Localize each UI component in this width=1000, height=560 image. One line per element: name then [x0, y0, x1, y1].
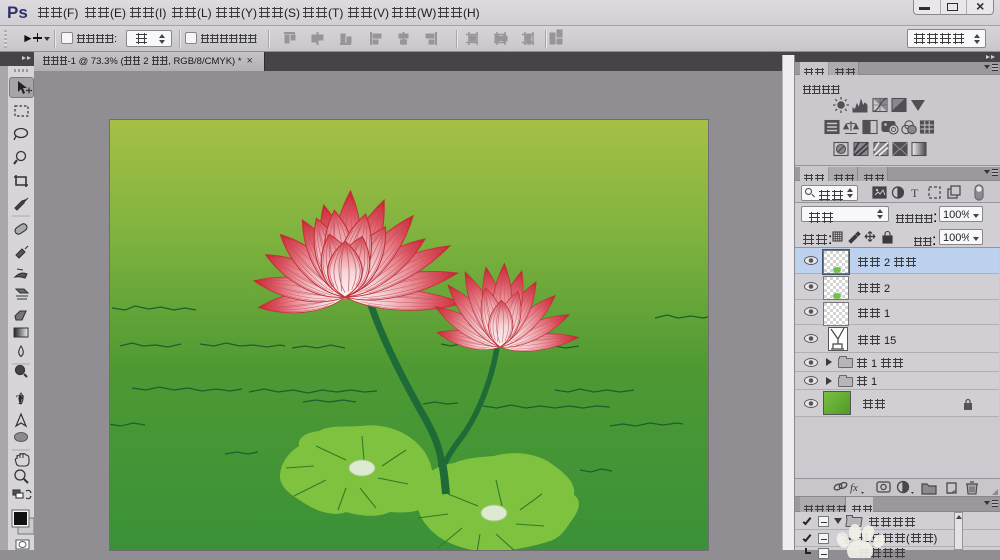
svg-text:fx: fx — [850, 482, 858, 494]
svg-text:T: T — [16, 392, 24, 407]
svg-text:T: T — [911, 186, 919, 200]
